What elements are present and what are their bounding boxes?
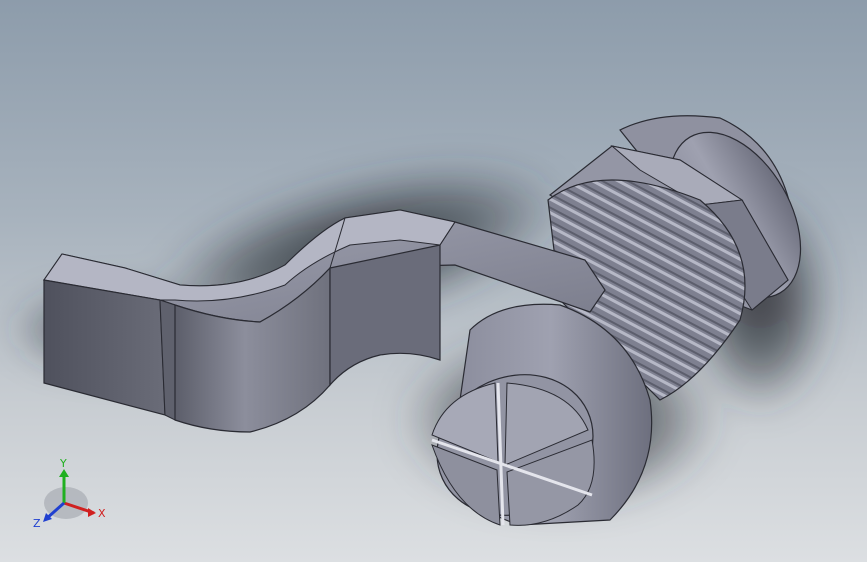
3d-graphics-viewport[interactable]: X Y Z <box>0 0 867 562</box>
x-axis-label: X <box>98 507 106 520</box>
orientation-triad: X Y Z <box>33 457 106 530</box>
y-axis-arrow <box>59 469 69 477</box>
key-plug <box>431 303 653 526</box>
x-axis-arrow <box>88 508 96 517</box>
y-axis-label: Y <box>59 457 67 470</box>
cam-lock-model[interactable] <box>0 0 867 562</box>
z-axis-label: Z <box>33 517 41 530</box>
